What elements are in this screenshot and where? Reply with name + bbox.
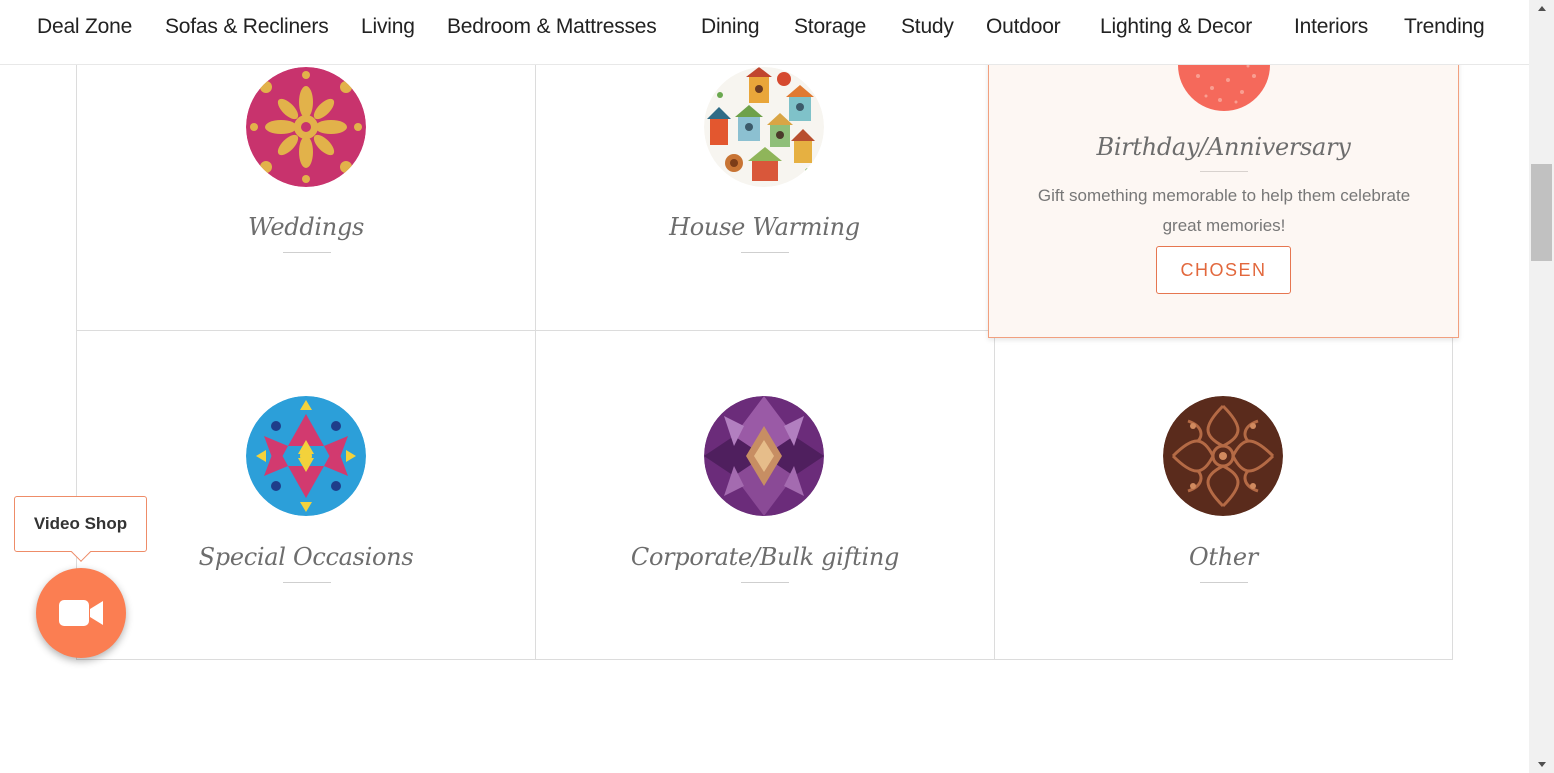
video-shop-tooltip[interactable]: Video Shop bbox=[14, 496, 147, 562]
occasion-card-birthday-anniversary[interactable]: Birthday/Anniversary Gift something memo… bbox=[988, 45, 1459, 338]
title-divider bbox=[1200, 171, 1248, 172]
nav-outdoor[interactable]: Outdoor bbox=[986, 15, 1061, 39]
scrollbar-thumb[interactable] bbox=[1531, 164, 1552, 261]
video-camera-icon bbox=[59, 600, 103, 626]
occasion-title: Corporate/Bulk gifting bbox=[630, 543, 900, 571]
vertical-scrollbar[interactable] bbox=[1529, 0, 1554, 773]
kaleidoscope-purple-icon bbox=[704, 396, 824, 516]
nav-interiors[interactable]: Interiors bbox=[1294, 15, 1368, 39]
nav-lighting-decor[interactable]: Lighting & Decor bbox=[1100, 15, 1252, 39]
kaleidoscope-blue-icon bbox=[246, 396, 366, 516]
mandala-pink-gold-icon bbox=[246, 67, 366, 187]
title-divider bbox=[741, 252, 789, 253]
occasion-card-weddings[interactable]: Weddings bbox=[76, 40, 536, 331]
occasion-card-house-warming[interactable]: House Warming bbox=[535, 40, 994, 331]
nav-study[interactable]: Study bbox=[901, 15, 954, 39]
nav-sofas-recliners[interactable]: Sofas & Recliners bbox=[165, 15, 329, 39]
birdhouses-icon bbox=[704, 67, 824, 187]
title-divider bbox=[283, 252, 331, 253]
occasion-card-other[interactable]: Other bbox=[994, 330, 1453, 660]
occasion-card-special-occasions[interactable]: Special Occasions bbox=[76, 330, 536, 660]
top-nav: Deal Zone Sofas & Recliners Living Bedro… bbox=[0, 0, 1529, 65]
title-divider bbox=[741, 582, 789, 583]
copper-pattern-icon bbox=[1163, 396, 1283, 516]
video-shop-button[interactable] bbox=[36, 568, 126, 658]
occasion-title: Other bbox=[1189, 543, 1258, 571]
occasion-title: Weddings bbox=[247, 213, 365, 241]
occasion-title: House Warming bbox=[669, 213, 860, 241]
nav-deal-zone[interactable]: Deal Zone bbox=[37, 15, 132, 39]
title-divider bbox=[1200, 582, 1248, 583]
video-shop-label: Video Shop bbox=[33, 514, 128, 533]
nav-bedroom-mattresses[interactable]: Bedroom & Mattresses bbox=[447, 15, 657, 39]
occasion-description: Gift something memorable to help them ce… bbox=[1037, 186, 1411, 235]
scroll-down-arrow-icon[interactable] bbox=[1529, 756, 1554, 773]
occasion-title: Birthday/Anniversary bbox=[1096, 133, 1351, 161]
occasion-card-corporate-bulk-gifting[interactable]: Corporate/Bulk gifting bbox=[535, 330, 995, 660]
title-divider bbox=[283, 582, 331, 583]
nav-dining[interactable]: Dining bbox=[701, 15, 760, 39]
nav-trending[interactable]: Trending bbox=[1404, 15, 1485, 39]
chosen-button[interactable]: CHOSEN bbox=[1156, 246, 1291, 294]
nav-living[interactable]: Living bbox=[361, 15, 415, 39]
nav-storage[interactable]: Storage bbox=[794, 15, 866, 39]
scroll-up-arrow-icon[interactable] bbox=[1529, 0, 1554, 17]
